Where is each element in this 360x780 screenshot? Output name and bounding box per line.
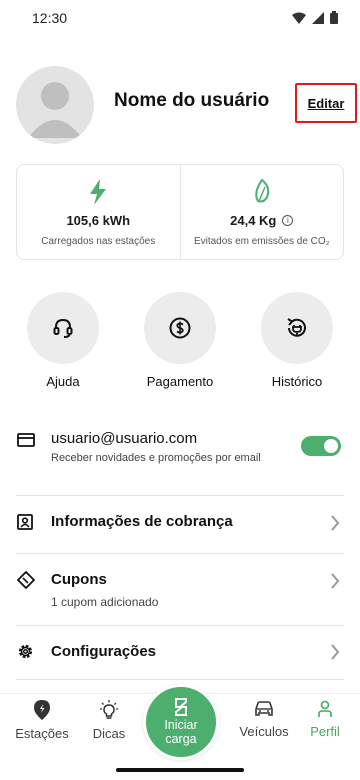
menu-item-coupons-title: Cupons: [51, 571, 107, 588]
signal-icon: [312, 11, 324, 24]
chevron-right-icon: [331, 515, 340, 531]
start-charge-label: Iniciar carga: [164, 718, 198, 746]
history-action-circle: [261, 292, 333, 364]
user-name: Nome do usuário: [114, 90, 270, 111]
help-action-circle: [27, 292, 99, 364]
info-icon[interactable]: i: [282, 215, 294, 226]
status-bar: 12:30: [0, 0, 360, 36]
toggle-knob: [324, 439, 338, 453]
start-charge-button[interactable]: Iniciar carga: [143, 684, 219, 760]
nav-item-stations[interactable]: Estações: [12, 700, 72, 741]
nav-label-tips: Dicas: [92, 726, 126, 741]
dollar-icon: [169, 317, 191, 339]
email-newsletter-label: Receber novidades e promoções por email: [51, 452, 261, 464]
battery-icon: [330, 11, 338, 24]
menu-item-coupons[interactable]: Cupons 1 cupom adicionado: [0, 554, 360, 624]
ticket-icon: [17, 571, 35, 589]
nav-item-tips[interactable]: Dicas: [79, 700, 139, 741]
nav-label-profile: Perfil: [310, 724, 340, 739]
user-email: usuario@usuario.com: [51, 430, 198, 447]
nav-item-vehicles[interactable]: Veículos: [234, 700, 294, 739]
person-icon: [318, 700, 332, 717]
menu-item-settings[interactable]: Configurações: [0, 626, 360, 678]
stat-emissions: 24,4 Kg i Evitados em emissões de CO₂: [179, 165, 344, 259]
lightning-icon: [90, 179, 107, 205]
charge-history-icon: [287, 318, 306, 337]
lightbulb-icon: [100, 700, 118, 719]
nav-item-profile[interactable]: Perfil: [295, 700, 355, 739]
chevron-right-icon: [331, 644, 340, 660]
stat-emissions-label: Evitados em emissões de CO₂: [193, 236, 330, 247]
id-card-icon: [17, 514, 33, 530]
stat-energy-value: 105,6 kWh: [66, 213, 131, 228]
menu-item-coupons-subtitle: 1 cupom adicionado: [51, 595, 159, 609]
charger-plug-icon: [175, 698, 187, 716]
menu-item-settings-title: Configurações: [51, 643, 157, 660]
bottom-nav: Estações Dicas Iniciar carga Veículos Per…: [0, 684, 360, 780]
payment-action[interactable]: Pagamento: [135, 292, 225, 389]
profile-header: Nome do usuário Editar: [0, 62, 360, 148]
avatar[interactable]: [16, 66, 94, 144]
car-icon: [255, 701, 273, 716]
headset-icon: [53, 318, 73, 338]
stat-emissions-value-row: 24,4 Kg i: [230, 213, 294, 228]
card-icon: [17, 433, 35, 447]
nav-label-stations: Estações: [15, 726, 69, 741]
leaf-icon: [254, 179, 269, 203]
stat-energy-label: Carregados nas estações: [41, 236, 156, 247]
edit-profile-label: Editar: [307, 95, 345, 111]
help-action-label: Ajuda: [46, 374, 80, 389]
history-action-label: Histórico: [271, 374, 323, 389]
status-time: 12:30: [32, 10, 68, 26]
location-pin-icon: [34, 700, 50, 720]
email-preferences-row: usuario@usuario.com Receber novidades e …: [0, 424, 360, 480]
quick-actions: Ajuda Pagamento Histórico: [0, 292, 360, 392]
stat-energy: 105,6 kWh Carregados nas estações: [17, 165, 180, 259]
nav-label-vehicles: Veículos: [239, 724, 289, 739]
status-icons: [292, 11, 338, 24]
help-action[interactable]: Ajuda: [18, 292, 108, 389]
stat-emissions-value: 24,4 Kg: [230, 213, 277, 228]
chevron-right-icon: [331, 573, 340, 589]
wifi-icon: [292, 12, 306, 24]
history-action[interactable]: Histórico: [252, 292, 342, 389]
home-indicator: [116, 768, 244, 772]
menu-item-billing[interactable]: Informações de cobrança: [0, 496, 360, 552]
stats-card: 105,6 kWh Carregados nas estações 24,4 K…: [16, 164, 344, 260]
menu-item-billing-title: Informações de cobrança: [51, 513, 233, 530]
newsletter-toggle[interactable]: [301, 436, 341, 456]
gear-icon: [18, 644, 33, 659]
divider: [16, 679, 344, 680]
person-silhouette-icon: [28, 82, 82, 138]
edit-profile-button[interactable]: Editar: [295, 83, 357, 123]
payment-action-label: Pagamento: [146, 374, 214, 389]
payment-action-circle: [144, 292, 216, 364]
